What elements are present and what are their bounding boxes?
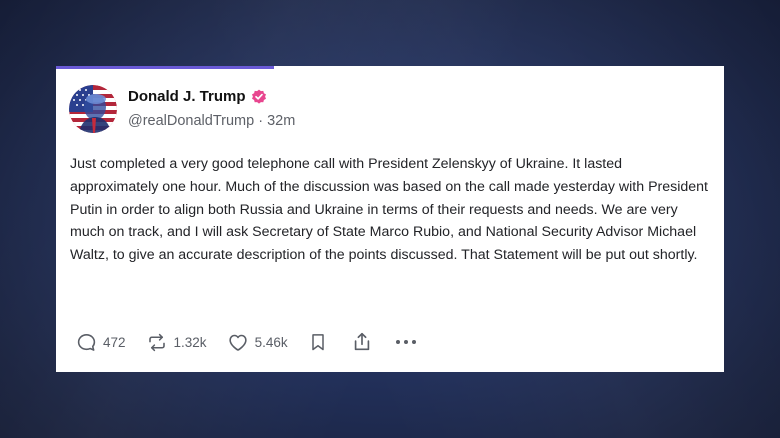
more-icon (395, 340, 416, 344)
author-handle-row: @realDonaldTrump · 32m (128, 113, 295, 129)
bookmark-icon (311, 334, 324, 351)
like-icon (228, 334, 247, 351)
repost-button[interactable]: 1.32k (146, 332, 207, 353)
verified-badge-icon (251, 89, 267, 105)
post-text: Just completed a very good telephone cal… (70, 156, 709, 264)
reply-icon (77, 333, 96, 351)
share-icon (354, 332, 369, 351)
author-handle[interactable]: @realDonaldTrump (128, 113, 254, 129)
author-display-name[interactable]: Donald J. Trump (128, 88, 246, 105)
meta-separator: · (258, 113, 264, 129)
post-time[interactable]: 32m (267, 113, 295, 129)
bookmark-button[interactable] (308, 331, 328, 353)
repost-icon (148, 333, 165, 351)
more-options-button[interactable] (395, 337, 417, 347)
avatar-image (69, 85, 117, 133)
author-name-row: Donald J. Trump (128, 88, 267, 105)
repost-count: 1.32k (173, 334, 207, 350)
reply-button[interactable]: 472 (76, 332, 126, 353)
post-actions: 472 1.32k 5.46k (76, 329, 417, 355)
card-accent-line (56, 66, 274, 69)
share-button[interactable] (351, 331, 373, 353)
reply-count: 472 (103, 334, 126, 350)
post-card: Donald J. Trump @realDonaldTrump · 32m J… (56, 66, 724, 372)
avatar[interactable] (69, 85, 117, 133)
like-button[interactable]: 5.46k (227, 332, 288, 353)
like-count: 5.46k (254, 334, 288, 350)
